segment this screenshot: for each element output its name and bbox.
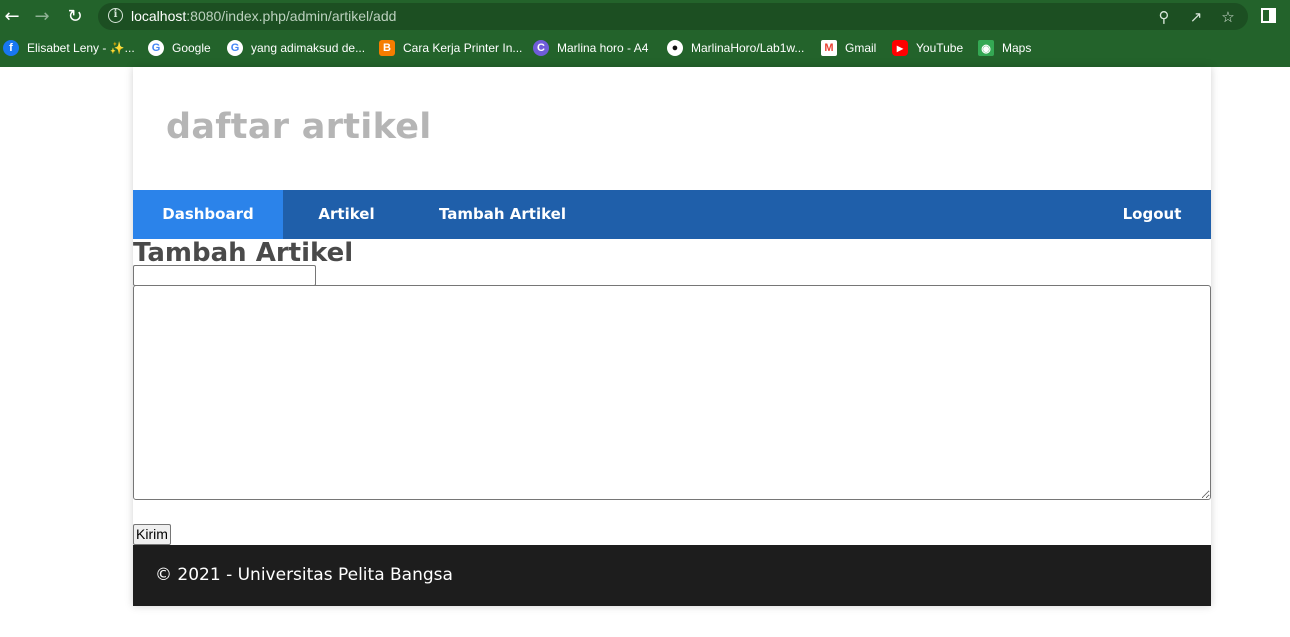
bookmark-label: YouTube [916,41,964,55]
nav-logout[interactable]: Logout [1103,190,1201,239]
nav-dashboard[interactable]: Dashboard [133,190,283,239]
site-header: daftar artikel [133,67,1211,190]
nav-tambah-artikel[interactable]: Tambah Artikel [410,190,595,239]
bookmarks-bar: f Elisabet Leny - ✨... G Google G yang a… [0,35,1290,61]
bookmark-star-icon[interactable]: ☆ [1219,8,1237,26]
page-container: daftar artikel Dashboard Artikel Tambah … [133,67,1211,606]
browser-toolbar: ← → ↻ i localhost:8080/index.php/admin/a… [0,0,1290,33]
submit-button[interactable]: Kirim [133,524,171,545]
canva-icon: C [533,40,549,56]
share-icon[interactable]: ↗ [1187,8,1205,26]
title-input[interactable] [133,265,316,286]
site-footer: © 2021 - Universitas Pelita Bangsa [133,545,1211,606]
site-info-icon[interactable]: i [108,8,123,23]
blogger-icon: B [379,40,395,56]
address-bar[interactable]: i localhost:8080/index.php/admin/artikel… [98,3,1248,30]
content-textarea[interactable] [133,285,1211,500]
bookmark-item[interactable]: C Marlina horo - A4 [533,39,648,57]
nav-artikel[interactable]: Artikel [283,190,410,239]
bookmark-item[interactable]: G yang adimaksud de... [227,39,365,57]
form-heading: Tambah Artikel [133,238,354,268]
bookmark-label: Gmail [845,41,877,55]
bookmark-label: Maps [1002,41,1032,55]
bookmark-label: Elisabet Leny - ✨... [27,41,135,55]
bookmark-item[interactable]: f Elisabet Leny - ✨... [3,39,135,57]
back-arrow-icon[interactable]: ← [1,6,23,28]
bookmark-item[interactable]: B Cara Kerja Printer In... [379,39,522,57]
url-path: :8080/index.php/admin/artikel/add [186,8,397,24]
bookmark-label: MarlinaHoro/Lab1w... [691,41,805,55]
bookmark-item[interactable]: ● MarlinaHoro/Lab1w... [667,39,804,57]
bookmark-label: Marlina horo - A4 [557,41,649,55]
bookmark-item[interactable]: ▶ YouTube [892,39,963,57]
footer-copyright: © 2021 - Universitas Pelita Bangsa [155,565,453,585]
main-navbar: Dashboard Artikel Tambah Artikel Logout [133,190,1211,239]
google-icon: G [227,40,243,56]
bookmark-item[interactable]: G Google [148,39,211,57]
site-title: daftar artikel [166,107,432,147]
google-icon: G [148,40,164,56]
gmail-icon: M [821,40,837,56]
zoom-icon[interactable]: ⚲ [1155,8,1173,26]
url-text[interactable]: localhost:8080/index.php/admin/artikel/a… [131,8,396,24]
youtube-icon: ▶ [892,40,908,56]
bookmark-label: yang adimaksud de... [251,41,366,55]
bookmark-label: Cara Kerja Printer In... [403,41,523,55]
forward-arrow-icon[interactable]: → [31,6,53,28]
maps-icon: ◉ [978,40,994,56]
url-host: localhost [131,8,187,24]
bookmark-label: Google [172,41,211,55]
bookmark-item[interactable]: M Gmail [821,39,876,57]
reload-icon[interactable]: ↻ [64,6,86,28]
facebook-icon: f [3,40,19,56]
github-icon: ● [667,40,683,56]
bookmark-item[interactable]: ◉ Maps [978,39,1031,57]
side-panel-icon[interactable] [1261,8,1276,23]
browser-chrome: ← → ↻ i localhost:8080/index.php/admin/a… [0,0,1290,67]
